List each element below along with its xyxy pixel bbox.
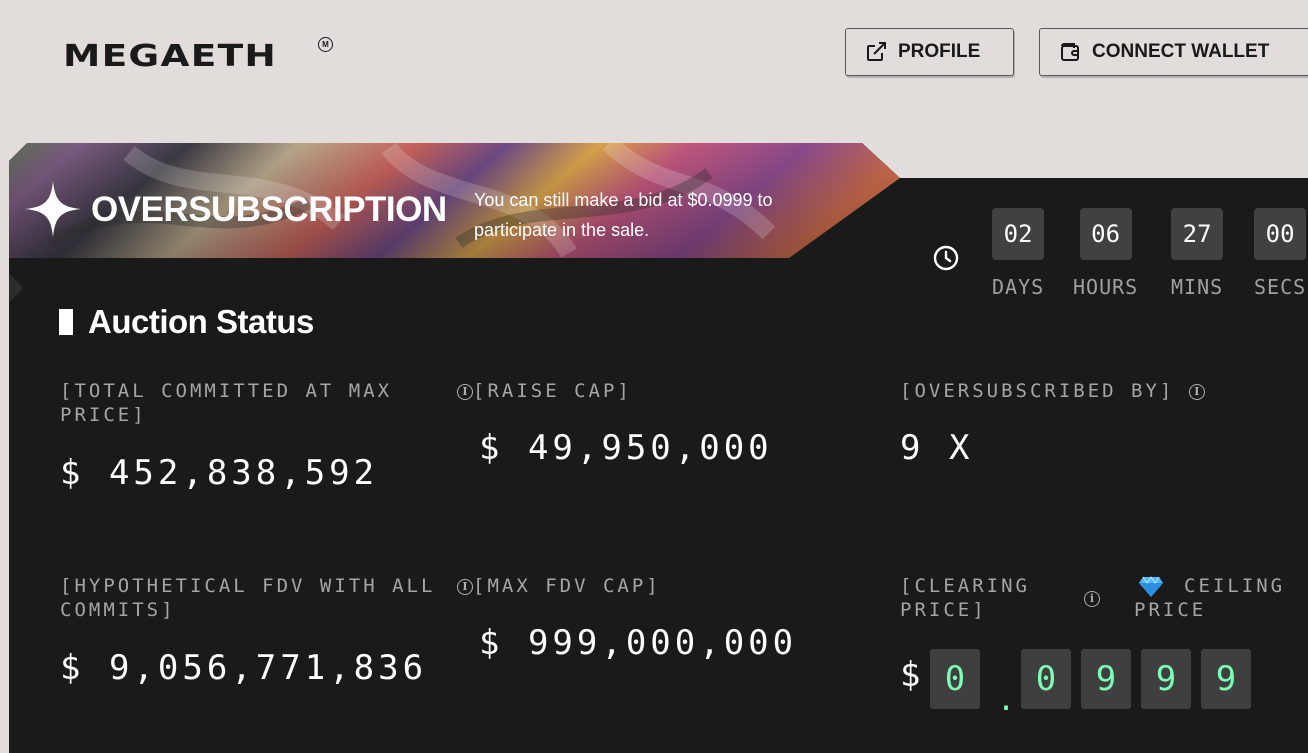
oversubscribed-info-icon[interactable]: i — [1188, 384, 1205, 400]
wallet-icon — [1061, 43, 1079, 61]
auction-status-heading: Auction Status — [59, 303, 314, 341]
countdown-hours: 06 HOURS — [1073, 208, 1138, 299]
logo-text: MEGAETH — [63, 39, 278, 74]
countdown-mins-label: MINS — [1171, 275, 1224, 299]
raise-cap-value: $ 49,950,000 — [479, 428, 773, 468]
oversubscription-title: OVERSUBSCRIPTION — [91, 190, 447, 229]
max-fdv-label: [MAX FDV CAP] — [473, 575, 661, 597]
auction-status-title: Auction Status — [88, 303, 314, 340]
profile-label: PROFILE — [898, 41, 981, 62]
countdown-secs-value: 00 — [1254, 208, 1307, 260]
external-link-icon — [867, 42, 886, 61]
price-digit: 9 — [1141, 649, 1191, 709]
connect-wallet-label: CONNECT WALLET — [1092, 41, 1270, 62]
raise-cap-info-icon[interactable]: i — [457, 384, 473, 400]
clock-icon — [933, 245, 959, 271]
price-digit: 0 — [1021, 649, 1071, 709]
raise-cap-label-group: i [RAISE CAP] — [457, 379, 632, 403]
sparkle-icon — [25, 181, 81, 237]
oversubscribed-value: 9 X — [900, 428, 974, 468]
countdown-days: 02 DAYS — [992, 208, 1045, 299]
oversubscribed-label-group: [OVERSUBSCRIBED BY] i — [900, 379, 1205, 403]
total-committed-value: $ 452,838,592 — [60, 453, 379, 493]
price-decimal-point: . — [997, 683, 1016, 718]
raise-cap-label: [RAISE CAP] — [473, 380, 632, 402]
clearing-price-info-icon[interactable]: i — [1084, 591, 1100, 607]
countdown-days-label: DAYS — [992, 275, 1045, 299]
price-currency: $ — [900, 655, 921, 695]
heading-marker — [59, 309, 73, 335]
clearing-price-label: [CLEARING PRICE] — [900, 575, 1030, 621]
megaeth-logo[interactable]: MEGAETH M — [63, 37, 333, 74]
countdown-hours-value: 06 — [1079, 208, 1132, 260]
auction-card: OVERSUBSCRIPTION You can still make a bi… — [9, 143, 1308, 753]
ceiling-price-label: CEILING PRICE — [1134, 575, 1286, 621]
countdown-mins: 27 MINS — [1171, 208, 1224, 299]
oversubscription-message: You can still make a bid at $0.0999 to p… — [474, 190, 773, 240]
countdown-days-value: 02 — [992, 208, 1045, 260]
oversubscribed-label: [OVERSUBSCRIBED BY] — [900, 380, 1175, 402]
connect-wallet-button[interactable]: CONNECT WALLET — [1039, 28, 1308, 76]
max-fdv-label-group: i [MAX FDV CAP] — [457, 574, 661, 598]
price-digit: 0 — [930, 649, 980, 709]
total-committed-label: [TOTAL COMMITTED AT MAX PRICE] — [60, 380, 393, 426]
hypothetical-fdv-label: [HYPOTHETICAL FDV WITH ALL COMMITS] — [60, 575, 436, 621]
price-digit: 9 — [1081, 649, 1131, 709]
countdown-hours-label: HOURS — [1073, 275, 1139, 299]
countdown-mins-value: 27 — [1171, 208, 1224, 260]
price-digit: 9 — [1201, 649, 1251, 709]
max-fdv-info-icon[interactable]: i — [457, 579, 473, 595]
countdown-secs-label: SECS — [1254, 275, 1307, 299]
countdown-secs: 00 SECS — [1254, 208, 1307, 299]
trademark-icon: M — [318, 37, 333, 52]
profile-button[interactable]: PROFILE — [845, 28, 1014, 76]
max-fdv-value: $ 999,000,000 — [479, 623, 798, 663]
hypothetical-fdv-value: $ 9,056,771,836 — [60, 648, 428, 688]
